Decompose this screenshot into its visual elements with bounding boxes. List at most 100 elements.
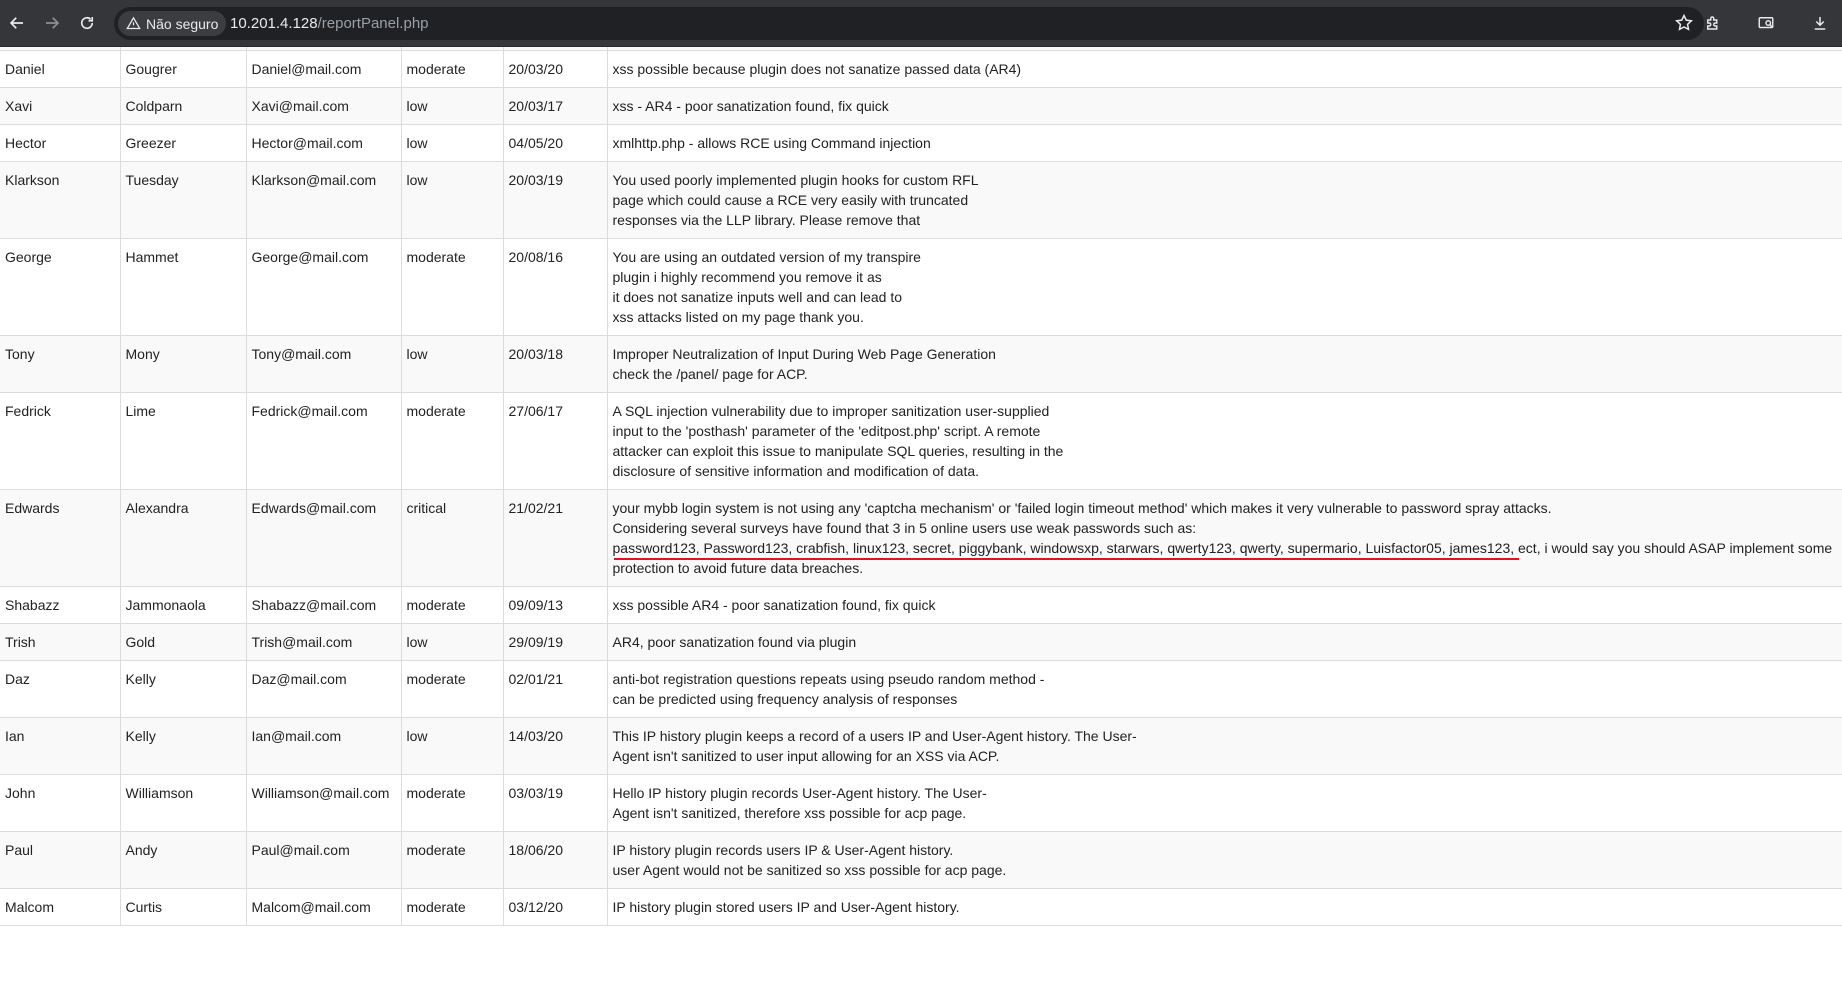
last-name-cell: Lime <box>120 392 247 490</box>
first-name-cell: Xavi <box>0 87 121 125</box>
url-host: 10.201.4.128 <box>230 15 318 32</box>
message-cell: This IP history plugin keeps a record of… <box>607 717 1842 775</box>
last-name-cell: Gougrer <box>120 50 247 88</box>
last-name-cell: Mony <box>120 335 247 393</box>
last-name-cell: Kelly <box>120 660 247 718</box>
table-row: Shabazz Jammonaola Shabazz@mail.com moderat… <box>0 586 1842 624</box>
severity-cell: low <box>401 717 504 775</box>
url-text[interactable]: 10.201.4.128/reportPanel.php <box>230 7 429 40</box>
reports-table: Daniel Gougrer Daniel@mail.com moderate 20/0… <box>0 47 1842 926</box>
email-cell: Daz@mail.com <box>246 660 402 718</box>
table-row: Paul Andy Paul@mail.com moderate 18/06/20 IP … <box>0 831 1842 889</box>
security-chip[interactable]: Não seguro <box>118 11 227 36</box>
severity-cell: moderate <box>401 238 504 336</box>
back-icon[interactable] <box>2 8 32 38</box>
first-name-cell: Trish <box>0 623 121 661</box>
address-bar[interactable]: Não seguro 10.201.4.128/reportPanel.php <box>114 7 1704 40</box>
email-cell: Williamson@mail.com <box>246 774 402 832</box>
date-cell: 27/06/17 <box>503 392 608 490</box>
first-name-cell: Fedrick <box>0 392 121 490</box>
date-cell: 21/02/21 <box>503 489 608 587</box>
message-cell: xss possible AR4 - poor sanatization fou… <box>607 586 1842 624</box>
first-name-cell: Daz <box>0 660 121 718</box>
message-cell: IP history plugin records users IP & Use… <box>607 831 1842 889</box>
message-cell: A SQL injection vulnerability due to imp… <box>607 392 1842 490</box>
table-row: Daz Kelly Daz@mail.com moderate 02/01/21 anti… <box>0 660 1842 718</box>
warning-icon <box>126 16 141 30</box>
email-cell: Ian@mail.com <box>246 717 402 775</box>
last-name-cell: Williamson <box>120 774 247 832</box>
url-path: /reportPanel.php <box>317 15 429 32</box>
message-cell: anti-bot registration questions repeats … <box>607 660 1842 718</box>
severity-cell: low <box>401 623 504 661</box>
message-cell: xss possible because plugin does not san… <box>607 50 1842 88</box>
email-cell: Hector@mail.com <box>246 124 402 162</box>
severity-cell: moderate <box>401 660 504 718</box>
severity-cell: moderate <box>401 586 504 624</box>
email-cell: Tony@mail.com <box>246 335 402 393</box>
email-cell: Klarkson@mail.com <box>246 161 402 239</box>
email-cell: Shabazz@mail.com <box>246 586 402 624</box>
severity-cell: low <box>401 335 504 393</box>
last-name-cell: Tuesday <box>120 161 247 239</box>
table-row: Malcom Curtis Malcom@mail.com moderate 03/12… <box>0 888 1842 926</box>
severity-cell: low <box>401 124 504 162</box>
date-cell: 20/03/17 <box>503 87 608 125</box>
severity-cell: moderate <box>401 888 504 926</box>
first-name-cell: Tony <box>0 335 121 393</box>
email-cell: George@mail.com <box>246 238 402 336</box>
severity-cell: low <box>401 161 504 239</box>
last-name-cell: Alexandra <box>120 489 247 587</box>
date-cell: 20/03/18 <box>503 335 608 393</box>
extensions-icon[interactable] <box>1698 8 1728 38</box>
message-cell: AR4, poor sanatization found via plugin <box>607 623 1842 661</box>
forward-icon[interactable] <box>37 8 67 38</box>
date-cell: 03/12/20 <box>503 888 608 926</box>
last-name-cell: Kelly <box>120 717 247 775</box>
first-name-cell: Daniel <box>0 50 121 88</box>
table-row: Klarkson Tuesday Klarkson@mail.com low 20/03… <box>0 161 1842 239</box>
first-name-cell: Klarkson <box>0 161 121 239</box>
last-name-cell: Coldparn <box>120 87 247 125</box>
message-cell: xss - AR4 - poor sanatization found, fix… <box>607 87 1842 125</box>
first-name-cell: Paul <box>0 831 121 889</box>
date-cell: 02/01/21 <box>503 660 608 718</box>
first-name-cell: Shabazz <box>0 586 121 624</box>
date-cell: 20/03/19 <box>503 161 608 239</box>
message-cell: Improper Neutralization of Input During … <box>607 335 1842 393</box>
first-name-cell: Hector <box>0 124 121 162</box>
email-cell: Fedrick@mail.com <box>246 392 402 490</box>
table-row: Edwards Alexandra Edwards@mail.com critical… <box>0 489 1842 587</box>
reload-icon[interactable] <box>72 8 102 38</box>
download-icon[interactable] <box>1805 8 1835 38</box>
message-cell: IP history plugin stored users IP and Us… <box>607 888 1842 926</box>
first-name-cell: Edwards <box>0 489 121 587</box>
date-cell: 04/05/20 <box>503 124 608 162</box>
severity-cell: moderate <box>401 831 504 889</box>
message-cell: You used poorly implemented plugin hooks… <box>607 161 1842 239</box>
date-cell: 20/03/20 <box>503 50 608 88</box>
last-name-cell: Hammet <box>120 238 247 336</box>
red-underline-annotation <box>614 557 1519 560</box>
email-cell: Paul@mail.com <box>246 831 402 889</box>
browser-toolbar: Não seguro 10.201.4.128/reportPanel.php <box>0 0 1842 47</box>
table-row: Tony Mony Tony@mail.com low 20/03/18 Improper… <box>0 335 1842 393</box>
email-cell: Daniel@mail.com <box>246 50 402 88</box>
first-name-cell: George <box>0 238 121 336</box>
severity-cell: moderate <box>401 774 504 832</box>
table-row: Ian Kelly Ian@mail.com low 14/03/20 This IP h… <box>0 717 1842 775</box>
severity-cell: moderate <box>401 50 504 88</box>
severity-cell: low <box>401 87 504 125</box>
message-cell: xmlhttp.php - allows RCE using Command i… <box>607 124 1842 162</box>
message-cell: You are using an outdated version of my … <box>607 238 1842 336</box>
last-name-cell: Gold <box>120 623 247 661</box>
star-icon[interactable] <box>1674 13 1694 33</box>
date-cell: 03/03/19 <box>503 774 608 832</box>
date-cell: 20/08/16 <box>503 238 608 336</box>
cast-icon[interactable] <box>1751 8 1781 38</box>
table-row: Trish Gold Trish@mail.com low 29/09/19 AR4, p… <box>0 623 1842 661</box>
date-cell: 09/09/13 <box>503 586 608 624</box>
table-row: George Hammet George@mail.com moderate 20/08… <box>0 238 1842 336</box>
severity-cell: critical <box>401 489 504 587</box>
table-row: Xavi Coldparn Xavi@mail.com low 20/03/17 xss … <box>0 87 1842 125</box>
